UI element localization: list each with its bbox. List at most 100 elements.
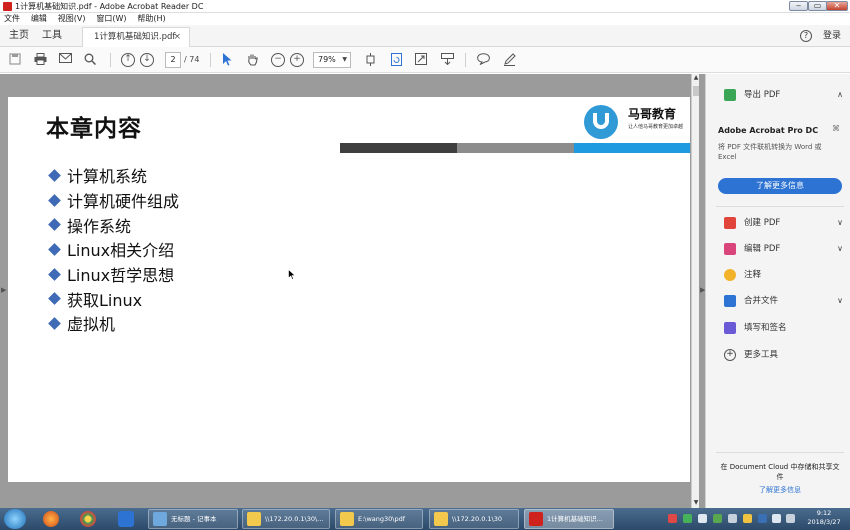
bullet-diamond-icon	[48, 292, 61, 306]
clock-time: 9:12	[816, 509, 832, 517]
page-total: / 74	[184, 55, 200, 64]
mouse-cursor-icon	[288, 269, 296, 280]
list-item: 计算机系统	[48, 163, 179, 188]
header-bar-mid	[457, 143, 574, 153]
tray-icon[interactable]	[683, 514, 692, 523]
tray-icon[interactable]	[698, 514, 707, 523]
tab-tools[interactable]: 工具	[42, 25, 62, 47]
bullet-diamond-icon	[48, 243, 61, 256]
toolbar: ↑ ↓ 2 / 74 − + 79% ▼	[0, 47, 850, 73]
dismiss-promo-icon[interactable]: ⌘	[832, 124, 840, 133]
list-item: Linux相关介绍	[48, 237, 179, 262]
sign-icon[interactable]	[502, 53, 516, 67]
fit-page-icon[interactable]	[363, 53, 377, 67]
taskbar-item-acrobat[interactable]: 1计算机基础知识...	[524, 509, 614, 529]
tab-home[interactable]: 主页	[9, 25, 29, 47]
create-pdf-tool[interactable]: 创建 PDF ∨	[724, 214, 849, 232]
tray-icon[interactable]	[743, 514, 752, 523]
virtualbox-icon[interactable]	[118, 511, 134, 527]
fullscreen-icon[interactable]	[414, 53, 428, 67]
chevron-down-icon[interactable]: ∨	[837, 214, 843, 232]
pdf-page: 本章内容 马哥教育 让人他马哥教育更加卓越 计算机系统 计算机硬件组成 操作系统…	[8, 97, 690, 482]
edit-pdf-tool[interactable]: 编辑 PDF ∨	[724, 240, 849, 258]
maximize-button[interactable]: ▭	[808, 1, 827, 11]
tray-icon[interactable]	[786, 514, 795, 523]
annotate-icon[interactable]	[440, 53, 454, 67]
list-item: 计算机硬件组成	[48, 188, 179, 213]
menu-edit[interactable]: 编辑	[31, 14, 47, 23]
taskbar-item-notepad[interactable]: 无标题 - 记事本	[148, 509, 238, 529]
learn-more-button[interactable]: 了解更多信息	[718, 178, 842, 194]
hand-icon[interactable]	[245, 53, 259, 67]
close-tab-icon[interactable]: ×	[173, 28, 181, 46]
zoom-in-icon[interactable]: +	[290, 53, 304, 67]
chrome-icon[interactable]	[80, 511, 96, 527]
system-clock[interactable]: 9:12 2018/3/27	[800, 509, 848, 527]
clock-date: 2018/3/27	[807, 518, 841, 526]
page-down-icon[interactable]: ↓	[140, 53, 154, 67]
fill-sign-tool[interactable]: 填写和签名	[724, 319, 849, 337]
document-cloud-learn-more-link[interactable]: 了解更多信息	[718, 485, 842, 495]
close-button[interactable]: ✕	[826, 1, 848, 11]
notepad-icon	[153, 512, 167, 526]
volume-icon[interactable]	[772, 514, 781, 523]
scroll-down-icon[interactable]: ▼	[692, 499, 700, 506]
more-tools[interactable]: + 更多工具	[724, 346, 849, 364]
toolbar-divider	[210, 53, 211, 67]
list-item: 虚拟机	[48, 311, 179, 336]
document-tab-label: 1计算机基础知识.pdf	[94, 32, 176, 42]
start-button[interactable]	[4, 509, 26, 529]
page-up-icon[interactable]: ↑	[121, 53, 135, 67]
comment-tool-icon	[724, 268, 736, 281]
taskbar-item-folder[interactable]: \\172.20.0.1\30\...	[242, 509, 330, 529]
tools-pane: 导出 PDF ∧ Adobe Acrobat Pro DC ⌘ 将 PDF 文件…	[705, 74, 850, 508]
menu-window[interactable]: 窗口(W)	[96, 14, 126, 23]
minimize-button[interactable]: ‒	[789, 1, 808, 11]
select-icon[interactable]	[220, 53, 234, 67]
tab-document[interactable]: 1计算机基础知识.pdf ×	[82, 27, 190, 47]
firefox-icon[interactable]	[43, 511, 59, 527]
left-panel-toggle-icon[interactable]: ▶	[1, 286, 6, 294]
list-item: 获取Linux	[48, 286, 179, 311]
header-bar-accent	[574, 143, 690, 153]
scrollbar-thumb[interactable]	[693, 86, 699, 96]
logo-tagline: 让人他马哥教育更加卓越	[628, 124, 684, 130]
window-title: 1计算机基础知识.pdf - Adobe Acrobat Reader DC	[15, 2, 204, 11]
chevron-down-icon[interactable]: ∨	[837, 240, 843, 258]
network-icon[interactable]	[758, 514, 767, 523]
tray-icon[interactable]	[668, 514, 677, 523]
export-pdf-tool[interactable]: 导出 PDF ∧	[724, 86, 849, 104]
create-pdf-icon	[724, 216, 736, 229]
acrobat-app-icon	[3, 2, 12, 11]
page-title: 本章内容	[46, 116, 142, 142]
nav-tabs: 主页 工具 1计算机基础知识.pdf × ? 登录	[0, 25, 850, 47]
chevron-up-icon[interactable]: ∧	[837, 86, 843, 104]
scroll-up-icon[interactable]: ▲	[692, 74, 700, 81]
combine-files-tool[interactable]: 合并文件 ∨	[724, 292, 849, 310]
zoom-out-icon[interactable]: −	[271, 53, 285, 67]
rotate-icon[interactable]	[389, 53, 403, 67]
tray-icon[interactable]	[728, 514, 737, 523]
vertical-scrollbar[interactable]: ▲ ▼	[691, 74, 699, 508]
brand-logo: 马哥教育 让人他马哥教育更加卓越	[582, 105, 684, 139]
page-number-input[interactable]: 2	[165, 52, 181, 68]
taskbar-item-folder[interactable]: E:\wang30\pdf	[335, 509, 423, 529]
menu-file[interactable]: 文件	[4, 14, 20, 23]
help-icon[interactable]: ?	[800, 30, 812, 42]
menu-view[interactable]: 视图(V)	[58, 14, 86, 23]
comment-tool[interactable]: 注释	[724, 266, 849, 284]
taskbar-item-folder[interactable]: \\172.20.0.1\30	[429, 509, 519, 529]
zoom-value: 79%	[318, 55, 336, 64]
zoom-select[interactable]: 79% ▼	[313, 52, 351, 68]
save-icon[interactable]	[8, 53, 22, 67]
search-icon[interactable]	[83, 53, 97, 67]
acrobat-icon	[529, 512, 543, 526]
login-link[interactable]: 登录	[823, 25, 841, 47]
comment-icon[interactable]	[476, 53, 490, 67]
chevron-down-icon[interactable]: ∨	[837, 292, 843, 310]
menu-help[interactable]: 帮助(H)	[137, 14, 165, 23]
document-viewport[interactable]: 本章内容 马哥教育 让人他马哥教育更加卓越 计算机系统 计算机硬件组成 操作系统…	[0, 74, 705, 508]
print-icon[interactable]	[33, 53, 47, 67]
tray-icon[interactable]	[713, 514, 722, 523]
email-icon[interactable]	[58, 53, 72, 67]
